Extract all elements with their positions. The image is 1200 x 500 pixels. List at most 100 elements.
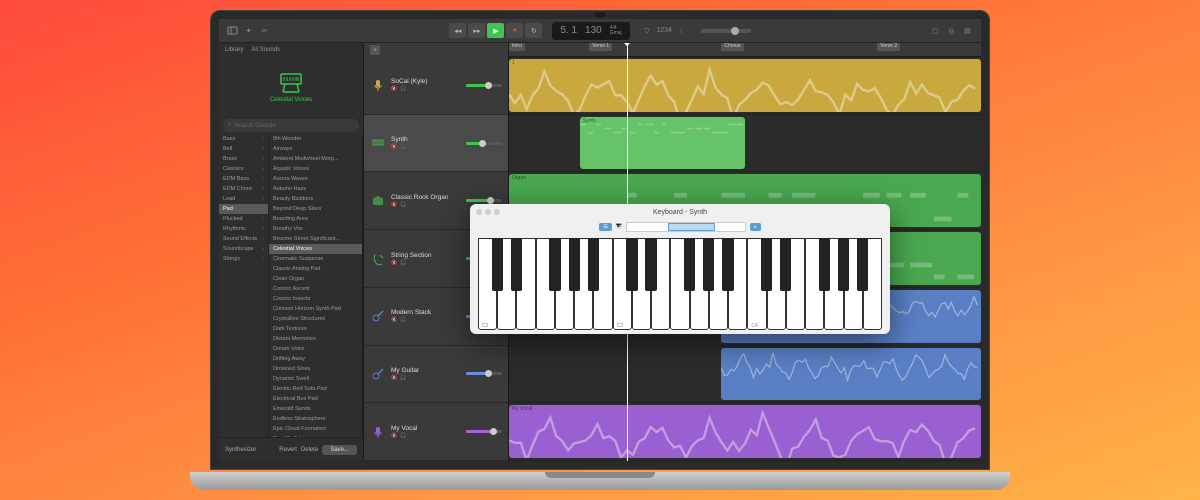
scissors-icon[interactable]: ✂ <box>259 25 270 36</box>
category-item[interactable]: Classics› <box>219 164 268 174</box>
region[interactable] <box>721 348 981 401</box>
sound-item[interactable]: Aurora Waves <box>269 174 362 184</box>
headphones-icon[interactable]: 🎧 <box>400 433 406 439</box>
add-track-button[interactable]: + <box>370 45 380 55</box>
arrangement-marker[interactable]: Verse 1 <box>589 43 612 51</box>
category-item[interactable]: Plucked› <box>219 214 268 224</box>
library-tab[interactable]: Library <box>225 47 243 53</box>
sound-item[interactable]: Drowned Sines <box>269 364 362 374</box>
sound-item[interactable]: 8th Wonder <box>269 134 362 144</box>
sound-item[interactable]: Dark Textures <box>269 324 362 334</box>
sound-item[interactable]: Crystalline Structures <box>269 314 362 324</box>
headphones-icon[interactable]: 🎧 <box>400 144 406 150</box>
track-lane[interactable] <box>509 346 981 404</box>
black-key[interactable] <box>819 238 830 291</box>
category-item[interactable]: Rhythmic› <box>219 224 268 234</box>
sound-item[interactable]: Endless Stratosphere <box>269 414 362 424</box>
mute-icon[interactable]: 🔇 <box>391 375 397 381</box>
cycle-button[interactable]: ↻ <box>525 23 542 38</box>
headphones-icon[interactable]: 🎧 <box>400 202 406 208</box>
sound-item[interactable]: Dream Voice <box>269 344 362 354</box>
piano-keys[interactable]: C2C3C4 <box>478 238 882 330</box>
sound-item[interactable]: Broome Street Significant... <box>269 234 362 244</box>
black-key[interactable] <box>857 238 868 291</box>
headphones-icon[interactable]: 🎧 <box>400 260 406 266</box>
forward-button[interactable]: ▸▸ <box>468 23 485 38</box>
region[interactable]: My Vocal <box>509 405 981 458</box>
category-item[interactable]: EDM Chord› <box>219 184 268 194</box>
track-header[interactable]: Synth 🔇🎧 <box>364 115 508 173</box>
sound-item[interactable]: Clean Organ <box>269 274 362 284</box>
sound-item[interactable]: Emerald Sands <box>269 404 362 414</box>
save-button[interactable]: Save... <box>322 445 357 455</box>
minimize-icon[interactable] <box>485 209 491 215</box>
track-lane[interactable]: Synth <box>509 115 981 173</box>
tuner-icon[interactable]: ⁝ <box>676 25 687 36</box>
metronome-icon[interactable]: ▽ <box>642 25 653 36</box>
all-sounds-tab[interactable]: All Sounds <box>251 47 280 53</box>
black-key[interactable] <box>722 238 733 291</box>
loop-browser-icon[interactable]: ◎ <box>946 25 957 36</box>
footer-category[interactable]: Synthesizer <box>225 447 256 453</box>
play-button[interactable]: ▶ <box>487 23 504 38</box>
master-volume-slider[interactable] <box>701 29 751 33</box>
sound-item[interactable]: Aquatic Voices <box>269 164 362 174</box>
sound-item[interactable]: Cinematic Suspense <box>269 254 362 264</box>
mute-icon[interactable]: 🔇 <box>391 86 397 92</box>
musical-typing-window[interactable]: Keyboard - Synth ☰ 🎹 ⫸ C2C3C4 <box>470 204 890 334</box>
category-item[interactable]: Sound Effects› <box>219 234 268 244</box>
category-item[interactable]: Bass› <box>219 134 268 144</box>
black-key[interactable] <box>684 238 695 291</box>
arrangement-marker[interactable]: Chorus <box>721 43 743 51</box>
revert-button[interactable]: Revert <box>279 447 297 453</box>
sound-item[interactable]: Electrical Box Pad <box>269 394 362 404</box>
track-volume-slider[interactable] <box>466 142 502 145</box>
lcd-display[interactable]: 5. 1 130 4/4 Gmaj <box>552 22 629 40</box>
black-key[interactable] <box>588 238 599 291</box>
arrangement-marker[interactable]: Verse 2 <box>877 43 900 51</box>
mute-icon[interactable]: 🔇 <box>391 260 397 266</box>
black-key[interactable] <box>645 238 656 291</box>
keyboard-mode-icon[interactable]: 🎹 <box>616 224 622 230</box>
record-button[interactable]: ● <box>506 23 523 38</box>
zoom-icon[interactable] <box>494 209 500 215</box>
black-key[interactable] <box>780 238 791 291</box>
sound-item[interactable]: Celestial Voices <box>269 244 362 254</box>
category-item[interactable]: Lead› <box>219 194 268 204</box>
sound-item[interactable]: Airways <box>269 144 362 154</box>
quick-help-icon[interactable]: ✦ <box>243 25 254 36</box>
close-icon[interactable] <box>476 209 482 215</box>
track-lane[interactable]: My Vocal <box>509 403 981 461</box>
track-volume-slider[interactable] <box>466 430 502 433</box>
sound-item[interactable]: Cosmic Ascent <box>269 284 362 294</box>
sound-item[interactable]: Cosmic Insects <box>269 294 362 304</box>
count-in-icon[interactable]: 1234 <box>659 25 670 36</box>
track-lane[interactable]: 1 <box>509 57 981 115</box>
track-volume-slider[interactable] <box>466 372 502 375</box>
black-key[interactable] <box>549 238 560 291</box>
black-key[interactable] <box>492 238 503 291</box>
track-volume-slider[interactable] <box>466 84 502 87</box>
sound-item[interactable]: Beauty Blubbers <box>269 194 362 204</box>
sound-item[interactable]: Beyond Deep Skies <box>269 204 362 214</box>
library-toggle-icon[interactable] <box>227 25 238 36</box>
velocity-badge[interactable]: ☰ <box>599 223 611 231</box>
sound-item[interactable]: Classic Analog Pad <box>269 264 362 274</box>
category-item[interactable]: Pad› <box>219 204 268 214</box>
black-key[interactable] <box>511 238 522 291</box>
editors-icon[interactable]: ▤ <box>962 25 973 36</box>
octave-range-selector[interactable] <box>626 222 746 232</box>
rewind-button[interactable]: ◂◂ <box>449 23 466 38</box>
arrangement-marker[interactable]: Intro <box>509 43 525 51</box>
sound-item[interactable]: Drifting Away <box>269 354 362 364</box>
headphones-icon[interactable]: 🎧 <box>400 86 406 92</box>
black-key[interactable] <box>838 238 849 291</box>
sound-item[interactable]: Ambient Modwheel Morp... <box>269 154 362 164</box>
category-item[interactable]: Soundscape› <box>219 244 268 254</box>
black-key[interactable] <box>569 238 580 291</box>
black-key[interactable] <box>626 238 637 291</box>
black-key[interactable] <box>761 238 772 291</box>
category-item[interactable]: Bell› <box>219 144 268 154</box>
delete-button[interactable]: Delete <box>301 447 318 453</box>
notepad-icon[interactable]: ▢ <box>930 25 941 36</box>
